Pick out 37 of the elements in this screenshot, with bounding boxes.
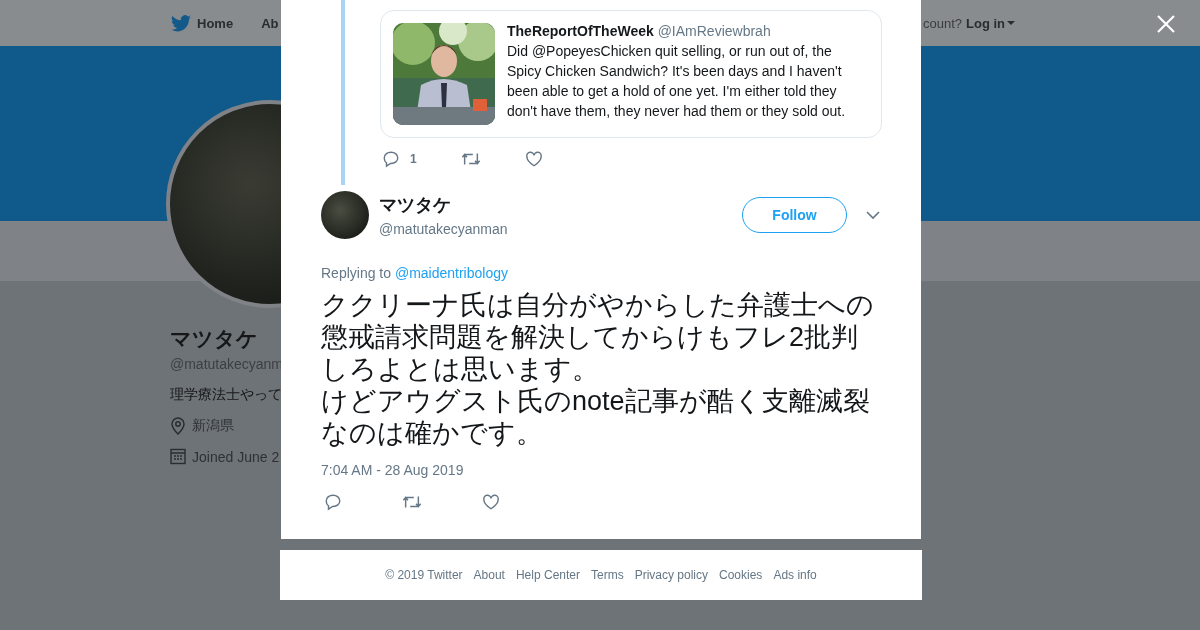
reply-button[interactable]: 1 — [382, 150, 417, 168]
footer-link[interactable]: About — [473, 568, 505, 582]
profile-location: 新潟県 — [192, 417, 234, 435]
profile-joined-date: Joined June 2 — [192, 448, 280, 465]
author-handle: @matutakecyanman — [379, 221, 508, 237]
account-prompt: count? — [922, 15, 962, 31]
calendar-icon — [170, 448, 186, 465]
location-pin-icon — [170, 417, 186, 435]
tweet-text: けどアウグスト氏のnote記事が酷く支離滅裂なのは確かです。 — [321, 385, 871, 449]
reply-icon[interactable] — [324, 493, 342, 511]
footer-link[interactable]: Ads info — [773, 568, 817, 582]
quoted-tweet-card[interactable] — [380, 10, 882, 138]
profile-name: マツタケ — [170, 326, 258, 352]
close-icon[interactable] — [1157, 15, 1175, 33]
user-avatar[interactable] — [321, 191, 369, 239]
footer-link[interactable]: Terms — [591, 568, 624, 582]
follow-button[interactable]: Follow — [742, 197, 847, 233]
author-name: マツタケ — [379, 194, 452, 217]
footer-link[interactable]: Privacy policy — [634, 568, 708, 582]
tweet-text: ククリーナ氏は自分がやからした弁護士への懲戒請求問題を解決してからけもフレ2批判しろよとは思います。 — [321, 289, 875, 385]
nav-link[interactable]: Home — [197, 15, 234, 31]
heart-icon[interactable] — [482, 493, 500, 511]
heart-icon[interactable] — [524, 150, 543, 168]
quoted-author-handle: @IAmReviewbrah — [657, 23, 771, 39]
quoted-author-name: TheReportOfTheWeek — [507, 23, 654, 39]
footer-link[interactable]: Help Center — [515, 568, 580, 582]
tweet-timestamp: 7:04 AM - 28 Aug 2019 — [321, 462, 465, 478]
replying-label: Replying to — [321, 265, 392, 281]
quoted-tweet-text: Did @PopeyesChicken quit selling, or run out of, the Spicy Chicken Sandwich? It's been days and I haven't been able to get a hold of one yet. I'm either told they don't have them, they never had them or they sold out. — [507, 42, 847, 121]
nav-link[interactable]: Ab — [261, 15, 279, 31]
mention-link[interactable]: @maidentribology — [394, 265, 508, 281]
caret-icon — [1007, 21, 1015, 25]
footer-link[interactable]: © 2019 Twitter — [385, 568, 463, 582]
chevron-down-icon[interactable] — [866, 210, 880, 220]
login-link[interactable]: Log in — [966, 15, 1015, 31]
footer-link[interactable]: Cookies — [719, 568, 763, 582]
profile-bio: 理学療法士やって — [170, 386, 282, 404]
